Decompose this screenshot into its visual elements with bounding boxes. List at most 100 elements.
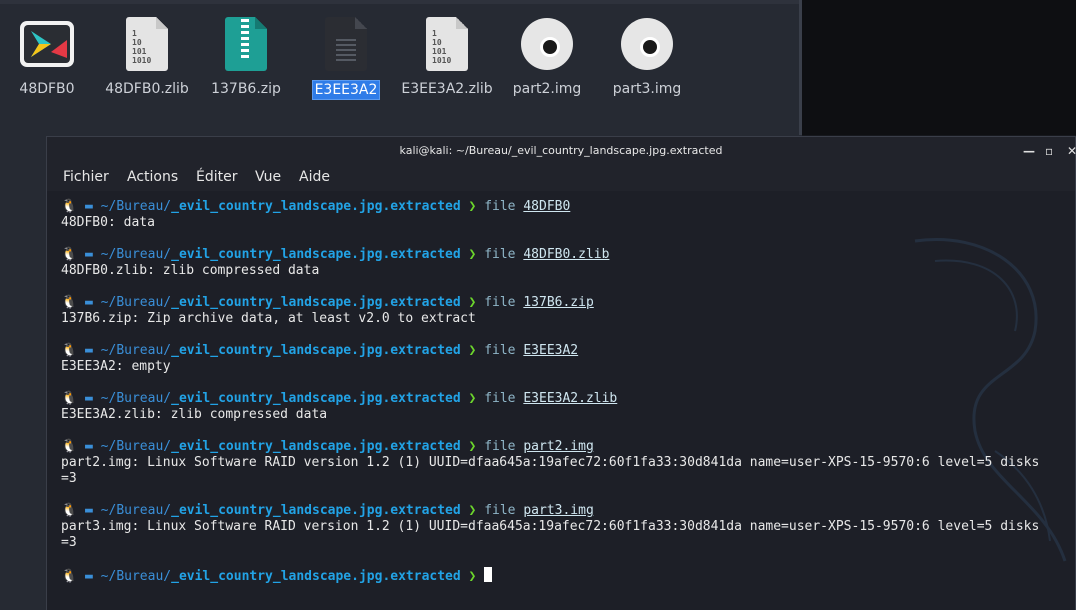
folder-icon: ▬ — [85, 247, 101, 262]
folder-icon: ▬ — [85, 391, 101, 406]
file-label: 137B6.zip — [211, 81, 281, 97]
prompt-line: 🐧 ▬ ~/Bureau/_evil_country_landscape.jpg… — [61, 439, 594, 455]
terminal-titlebar[interactable]: kali@kali: ~/Bureau/_evil_country_landsc… — [47, 137, 1076, 165]
command-argument: 48DFB0.zlib — [523, 247, 610, 262]
menu-vue[interactable]: Vue — [255, 169, 281, 185]
command-output: 137B6.zip: Zip archive data, at least v2… — [61, 311, 476, 326]
linux-penguin-icon: 🐧 — [61, 439, 86, 454]
prompt-path-dir: _evil_country_landscape.jpg.extracted — [171, 503, 461, 518]
prompt-path-prefix: ~/Bureau/ — [100, 295, 172, 310]
command-name: file — [484, 343, 524, 358]
file-label-selected: E3EE3A2 — [311, 80, 381, 100]
file-item-48DFB0-zlib[interactable]: 1 10 101 1010 48DFB0.zlib — [97, 14, 197, 98]
command-output: part3.img: Linux Software RAID version 1… — [61, 519, 1040, 534]
file-label: 48DFB0 — [19, 81, 75, 97]
prompt-path-dir: _evil_country_landscape.jpg.extracted — [171, 247, 461, 262]
prompt-path-prefix: ~/Bureau/ — [100, 247, 172, 262]
prompt-path-dir: _evil_country_landscape.jpg.extracted — [171, 391, 461, 406]
command-name: file — [484, 247, 524, 262]
disc-image-icon — [617, 14, 677, 74]
menu-editer[interactable]: Éditer — [196, 169, 237, 185]
linux-penguin-icon: 🐧 — [61, 295, 86, 310]
terminal-window[interactable]: kali@kali: ~/Bureau/_evil_country_landsc… — [46, 136, 1076, 610]
command-argument: part3.img — [523, 503, 594, 518]
command-argument: E3EE3A2 — [523, 343, 579, 358]
prompt-path-dir: _evil_country_landscape.jpg.extracted — [171, 439, 461, 454]
terminal-output[interactable]: 🐧 ▬ ~/Bureau/_evil_country_landscape.jpg… — [47, 191, 1075, 610]
menu-aide[interactable]: Aide — [299, 169, 330, 185]
prompt-path-dir: _evil_country_landscape.jpg.extracted — [171, 569, 461, 584]
prompt-arrow: ❯ — [460, 295, 485, 310]
command-argument: part2.img — [523, 439, 594, 454]
prompt-path-prefix: ~/Bureau/ — [100, 391, 172, 406]
command-output: E3EE3A2: empty — [61, 359, 171, 374]
linux-penguin-icon: 🐧 — [61, 503, 86, 518]
binary-glyph: 1 10 101 1010 — [132, 29, 152, 65]
command-argument: E3EE3A2.zlib — [523, 391, 618, 406]
binary-file-icon: 1 10 101 1010 — [417, 14, 477, 74]
prompt-path-prefix: ~/Bureau/ — [100, 569, 172, 584]
prompt-path-dir: _evil_country_landscape.jpg.extracted — [171, 199, 461, 214]
linux-penguin-icon: 🐧 — [61, 569, 86, 584]
prompt-arrow: ❯ — [460, 569, 485, 584]
command-name: file — [484, 503, 524, 518]
prompt-line: 🐧 ▬ ~/Bureau/_evil_country_landscape.jpg… — [61, 503, 594, 519]
file-label: part3.img — [612, 81, 682, 97]
prompt-arrow: ❯ — [460, 439, 485, 454]
prompt-arrow: ❯ — [460, 247, 485, 262]
command-argument: 48DFB0 — [523, 199, 571, 214]
command-name: file — [484, 295, 524, 310]
file-item-E3EE3A2-zlib[interactable]: 1 10 101 1010 E3EE3A2.zlib — [397, 14, 497, 98]
folder-icon: ▬ — [85, 569, 101, 584]
prompt-path-dir: _evil_country_landscape.jpg.extracted — [171, 295, 461, 310]
folder-icon: ▬ — [85, 503, 101, 518]
desktop-background-top — [802, 0, 1076, 135]
folder-icon: ▬ — [85, 439, 101, 454]
command-output: =3 — [61, 471, 77, 486]
prompt-line: 🐧 ▬ ~/Bureau/_evil_country_landscape.jpg… — [61, 295, 594, 311]
file-label: E3EE3A2.zlib — [401, 81, 493, 97]
menu-bar: Fichier Actions Éditer Vue Aide — [47, 165, 1075, 191]
binary-glyph: 1 10 101 1010 — [432, 29, 452, 65]
close-button[interactable]: ✕ — [1067, 137, 1076, 165]
folder-icon: ▬ — [85, 199, 101, 214]
prompt-arrow: ❯ — [460, 199, 485, 214]
folder-icon: ▬ — [85, 295, 101, 310]
file-item-137B6-zip[interactable]: 137B6.zip — [196, 14, 296, 98]
menu-actions[interactable]: Actions — [127, 169, 178, 185]
prompt-line: 🐧 ▬ ~/Bureau/_evil_country_landscape.jpg… — [61, 567, 493, 584]
prompt-arrow: ❯ — [460, 391, 485, 406]
linux-penguin-icon: 🐧 — [61, 391, 86, 406]
file-item-E3EE3A2[interactable]: E3EE3A2 — [296, 14, 396, 100]
menu-fichier[interactable]: Fichier — [63, 169, 109, 185]
command-output: 48DFB0: data — [61, 215, 155, 230]
file-item-part3-img[interactable]: part3.img — [597, 14, 697, 98]
linux-penguin-icon: 🐧 — [61, 247, 86, 262]
prompt-line: 🐧 ▬ ~/Bureau/_evil_country_landscape.jpg… — [61, 247, 609, 263]
file-manager-border — [0, 0, 802, 4]
minimize-button[interactable]: — — [1023, 137, 1035, 165]
command-name: file — [484, 391, 524, 406]
prompt-path-prefix: ~/Bureau/ — [100, 439, 172, 454]
prompt-line: 🐧 ▬ ~/Bureau/_evil_country_landscape.jpg… — [61, 391, 617, 407]
folder-icon: ▬ — [85, 343, 101, 358]
file-item-48DFB0[interactable]: 48DFB0 — [0, 14, 97, 98]
window-title: kali@kali: ~/Bureau/_evil_country_landsc… — [399, 144, 723, 157]
zip-archive-icon — [216, 14, 276, 74]
file-item-part2-img[interactable]: part2.img — [497, 14, 597, 98]
kali-dragon-watermark-icon — [914, 238, 1067, 562]
command-argument: 137B6.zip — [523, 295, 594, 310]
linux-penguin-icon: 🐧 — [61, 343, 86, 358]
command-name: file — [484, 439, 524, 454]
prompt-line: 🐧 ▬ ~/Bureau/_evil_country_landscape.jpg… — [61, 199, 570, 215]
prompt-path-prefix: ~/Bureau/ — [100, 199, 172, 214]
prompt-arrow: ❯ — [460, 343, 485, 358]
prompt-arrow: ❯ — [460, 503, 485, 518]
command-output: 48DFB0.zlib: zlib compressed data — [61, 263, 320, 278]
prompt-path-prefix: ~/Bureau/ — [100, 503, 172, 518]
maximize-button[interactable]: ▫ — [1045, 137, 1053, 165]
prompt-line: 🐧 ▬ ~/Bureau/_evil_country_landscape.jpg… — [61, 343, 578, 359]
command-output: E3EE3A2.zlib: zlib compressed data — [61, 407, 328, 422]
file-label: part2.img — [512, 81, 582, 97]
command-output: =3 — [61, 535, 77, 550]
